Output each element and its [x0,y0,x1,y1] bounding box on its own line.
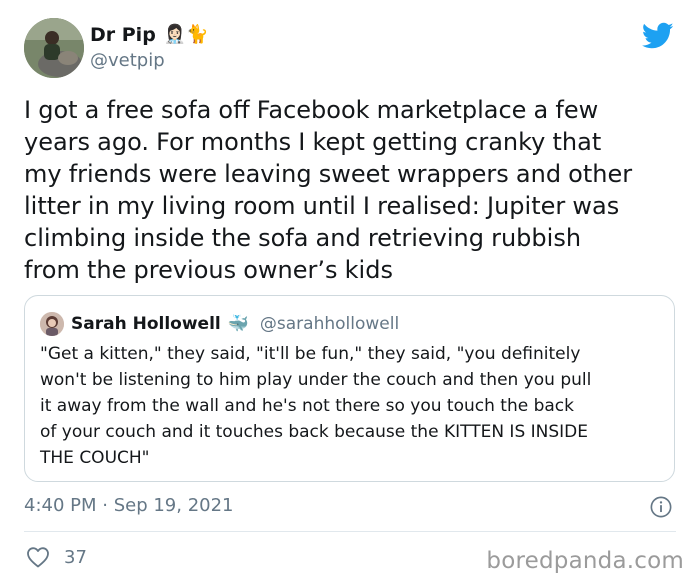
avatar-photo [24,18,84,78]
quoted-tweet-text: "Get a kitten," they said, "it'll be fun… [40,344,592,468]
quoted-tweet-header: Sarah Hollowell 🐳 @sarahhollowell [40,312,399,336]
quoted-avatar-photo [40,312,64,336]
author-block: Dr Pip 👩🏻‍⚕️🐈 @vetpip [90,22,209,71]
quoted-author-emoji: 🐳 [227,314,249,334]
quoted-author-name: Sarah Hollowell [71,314,221,334]
twitter-bird-icon[interactable] [642,22,674,50]
quoted-author-avatar [40,312,64,336]
like-action[interactable]: 37 [26,546,87,568]
tweet-text: I got a free sofa off Facebook marketpla… [24,96,633,284]
heart-icon[interactable] [26,546,50,568]
quoted-tweet[interactable]: Sarah Hollowell 🐳 @sarahhollowell "Get a… [24,295,675,482]
tweet-timestamp[interactable]: 4:40 PM · Sep 19, 2021 [24,495,234,516]
info-icon[interactable] [650,496,672,518]
author-emoji: 👩🏻‍⚕️🐈 [163,24,209,45]
like-count: 37 [64,546,87,568]
author-avatar[interactable] [24,18,84,78]
author-handle[interactable]: @vetpip [90,50,209,71]
divider [24,531,676,532]
author-name[interactable]: Dr Pip [90,22,156,48]
watermark: boredpanda.com [486,548,684,574]
author-name-row: Dr Pip 👩🏻‍⚕️🐈 [90,22,209,48]
quoted-author-handle: @sarahhollowell [259,314,400,334]
